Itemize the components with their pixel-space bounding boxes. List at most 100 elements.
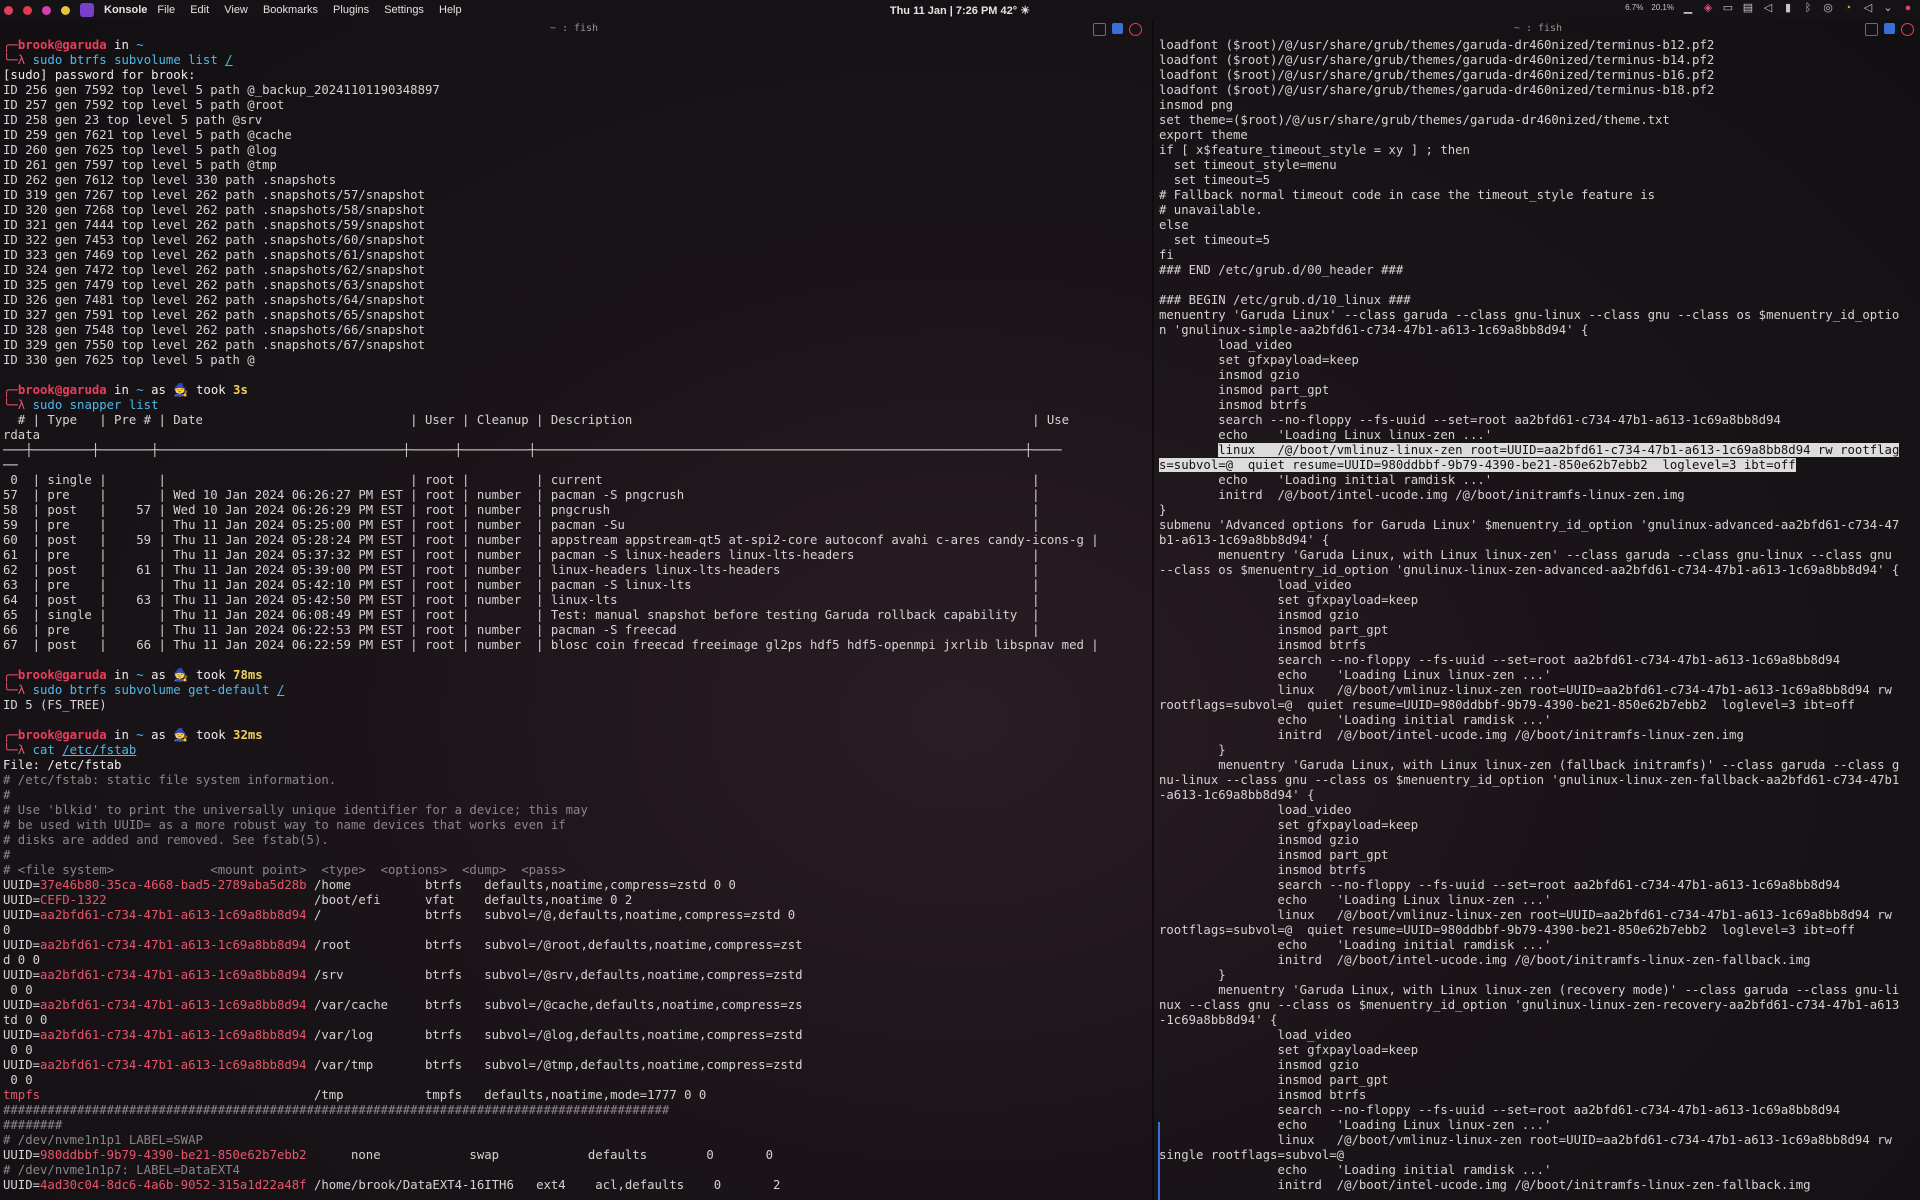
scrollbar[interactable] — [1158, 1122, 1160, 1200]
chevron-down-icon[interactable]: ⌄ — [1882, 2, 1894, 14]
terminal-line: 66 | pre | | Thu 11 Jan 2024 06:22:53 PM… — [3, 623, 1148, 638]
shield-icon[interactable]: ◈ — [1702, 2, 1714, 14]
terminal-line: initrd /@/boot/intel-ucode.img /@/boot/i… — [1159, 1178, 1920, 1193]
menu-file[interactable]: File — [157, 4, 175, 16]
terminal-line: UUID=aa2bfd61-c734-47b1-a613-1c69a8bb8d9… — [3, 1028, 1148, 1043]
terminal-right-output: loadfont ($root)/@/usr/share/grub/themes… — [1156, 38, 1920, 1193]
red-dot-icon[interactable] — [23, 5, 32, 15]
terminal-line: # /dev/nvme1n1p1 LABEL=SWAP — [3, 1133, 1148, 1148]
graph-icon[interactable]: ▁ — [1682, 2, 1694, 14]
line-segment: /boot/efi vfat defaults,noatime 0 2 — [106, 893, 633, 907]
line-segment: export theme — [1159, 128, 1248, 142]
terminal-line: ID 327 gen 7591 top level 262 path .snap… — [3, 308, 1148, 323]
konsole-icon — [80, 3, 94, 17]
line-segment: initrd /@/boot/intel-ucode.img /@/boot/i… — [1159, 953, 1811, 967]
terminal-line: insmod part_gpt — [1159, 848, 1920, 863]
split-icon[interactable] — [1112, 23, 1123, 34]
terminal-line: d 0 0 — [3, 953, 1148, 968]
terminal-line: set gfxpayload=keep — [1159, 1043, 1920, 1058]
terminal-line: 58 | post | 57 | Wed 10 Jan 2024 06:26:2… — [3, 503, 1148, 518]
line-segment: # <file system> <mount point> <type> <op… — [3, 863, 566, 877]
bluetooth-icon[interactable]: ᛒ — [1802, 2, 1814, 14]
mem-stat[interactable]: 20.1% — [1651, 2, 1674, 14]
wifi-icon[interactable]: ◔ — [1842, 2, 1854, 14]
terminal-line: rootflags=subvol=@ quiet resume=UUID=980… — [1159, 923, 1920, 938]
line-segment: 61 | pre | | Thu 11 Jan 2024 05:37:32 PM… — [3, 548, 1040, 562]
menu-plugins[interactable]: Plugins — [333, 4, 369, 16]
terminal-line: insmod gzio — [1159, 833, 1920, 848]
terminal-line: ######## — [3, 1118, 1148, 1133]
line-segment: 0 0 — [3, 983, 33, 997]
line-segment: initrd /@/boot/intel-ucode.img /@/boot/i… — [1159, 1178, 1811, 1192]
line-segment: ID 326 gen 7481 top level 262 path .snap… — [3, 293, 425, 307]
line-segment: as — [143, 728, 174, 742]
line-segment: rdata — [3, 428, 41, 442]
menu-bookmarks[interactable]: Bookmarks — [263, 4, 318, 16]
line-segment: # Fallback normal timeout code in case t… — [1159, 188, 1656, 202]
maximize-icon[interactable] — [1865, 23, 1878, 36]
line-segment: took — [188, 383, 234, 397]
maximize-icon[interactable] — [1093, 23, 1106, 36]
terminal-line: 0 0 — [3, 1043, 1148, 1058]
app-name[interactable]: Konsole — [104, 4, 147, 16]
line-segment: single rootflags=subvol=@ — [1159, 1148, 1345, 1162]
line-segment: ID 320 gen 7268 top level 262 path .snap… — [3, 203, 425, 217]
volume-icon[interactable]: ◁ — [1762, 2, 1774, 14]
line-segment: set timeout_style=menu — [1159, 158, 1337, 172]
close-icon[interactable] — [1129, 23, 1142, 36]
yellow-dot-icon[interactable] — [61, 5, 70, 15]
terminal-line: echo 'Loading initial ramdisk ...' — [1159, 938, 1920, 953]
terminal-line: 61 | pre | | Thu 11 Jan 2024 05:37:32 PM… — [3, 548, 1148, 563]
terminal-line: UUID=CEFD-1322 /boot/efi vfat defaults,n… — [3, 893, 1148, 908]
pink-dot-icon[interactable] — [42, 5, 51, 15]
terminal-left-output: ╭─brook@garuda in ~ ╰─λ sudo btrfs subvol… — [0, 38, 1148, 1193]
network-icon[interactable]: ◎ — [1822, 2, 1834, 14]
split-icon[interactable] — [1884, 23, 1895, 34]
speaker-icon[interactable]: ◁ — [1862, 2, 1874, 14]
split-divider[interactable] — [1152, 20, 1154, 1200]
line-segment: ID 319 gen 7267 top level 262 path .snap… — [3, 188, 425, 202]
screen-icon[interactable]: ▭ — [1722, 2, 1734, 14]
menu-view[interactable]: View — [224, 4, 248, 16]
line-segment: 67 | post | 66 | Thu 11 Jan 2024 06:22:5… — [3, 638, 1099, 652]
battery-icon[interactable]: ▮ — [1782, 2, 1794, 14]
line-segment: } — [1159, 968, 1226, 982]
line-segment: in — [106, 728, 137, 742]
line-segment: aa2bfd61-c734-47b1-a613-1c69a8bb8d94 — [40, 968, 307, 982]
line-segment: menuentry 'Garuda Linux, with Linux linu… — [1159, 983, 1900, 997]
power-icon[interactable]: ● — [1902, 2, 1914, 14]
clock-time[interactable]: Thu 11 Jan | 7:26 PM — [890, 5, 998, 17]
terminal-line: export theme — [1159, 128, 1920, 143]
line-segment: ID 262 gen 7612 top level 330 path .snap… — [3, 173, 337, 187]
line-segment: # /dev/nvme1n1p7: LABEL=DataEXT4 — [3, 1163, 240, 1177]
terminal-line: 59 | pre | | Thu 11 Jan 2024 05:25:00 PM… — [3, 518, 1148, 533]
menu-help[interactable]: Help — [439, 4, 462, 16]
terminal-line: ── — [3, 458, 1148, 473]
menu-edit[interactable]: Edit — [190, 4, 209, 16]
terminal-right-title: ~ : fish — [1513, 23, 1563, 34]
clipboard-icon[interactable]: ▤ — [1742, 2, 1754, 14]
terminal-line: insmod part_gpt — [1159, 623, 1920, 638]
line-segment: UUID= — [3, 1028, 41, 1042]
terminal-line: ╰─λ sudo snapper list — [3, 398, 1148, 413]
terminal-right[interactable]: ~ : fish loadfont ($root)/@/usr/share/gr… — [1156, 20, 1920, 1200]
menu-settings[interactable]: Settings — [384, 4, 424, 16]
close-icon[interactable] — [1901, 23, 1914, 36]
terminal-line: menuentry 'Garuda Linux, with Linux linu… — [1159, 983, 1920, 998]
terminal-line: UUID=37e46b80-35ca-4668-bad5-2789aba5d28… — [3, 878, 1148, 893]
line-segment: ~ — [136, 668, 144, 682]
weather-temp[interactable]: 42° — [1001, 5, 1018, 17]
terminal-left[interactable]: ~ : fish ╭─brook@garuda in ~ ╰─λ sudo btr… — [0, 20, 1148, 1200]
line-segment: d 0 0 — [3, 953, 41, 967]
line-segment: rootflags=subvol=@ quiet resume=UUID=980… — [1159, 923, 1855, 937]
terminal-line: tmpfs /tmp tmpfs defaults,noatime,mode=1… — [3, 1088, 1148, 1103]
terminal-line: # Use 'blkid' to print the universally u… — [3, 803, 1148, 818]
line-segment: sudo snapper list — [32, 398, 159, 412]
terminal-line: b1-a613-1c69a8bb8d94' { — [1159, 533, 1920, 548]
terminal-left-title: ~ : fish — [549, 23, 599, 34]
garuda-logo-icon[interactable] — [4, 5, 13, 15]
line-segment: echo 'Loading initial ramdisk ...' — [1159, 713, 1552, 727]
line-segment: insmod png — [1159, 98, 1234, 112]
cpu-stat[interactable]: 6.7% — [1625, 2, 1643, 14]
line-segment: [sudo] password for brook: — [3, 68, 196, 82]
